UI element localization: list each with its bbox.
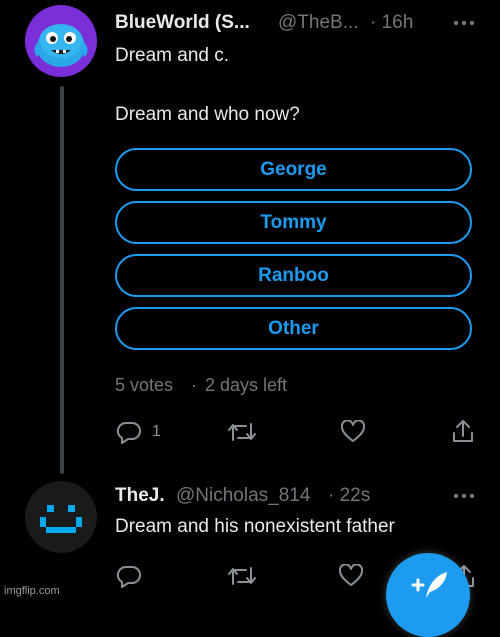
poll-option-tommy[interactable]: Tommy: [115, 201, 472, 244]
poll-option-label: Other: [268, 317, 319, 339]
poll-option-ranboo[interactable]: Ranboo: [115, 254, 472, 297]
reply-timestamp[interactable]: · 22s: [328, 485, 370, 507]
reply-count: 1: [152, 423, 161, 440]
compose-feather-icon: [411, 572, 447, 598]
poll-option-label: George: [260, 158, 327, 180]
imgflip-watermark: imgflip.com: [4, 585, 60, 597]
thread-connector-line: [60, 86, 64, 474]
heart-icon[interactable]: [340, 420, 366, 444]
compose-tweet-button[interactable]: [386, 553, 470, 637]
reply-author-handle[interactable]: @Nicholas_814: [176, 485, 310, 507]
reply-button[interactable]: 1: [116, 420, 161, 444]
tweet-text-line-2: Dream and who now?: [115, 104, 300, 125]
avatar-thej[interactable]: [25, 481, 97, 553]
author-display-name[interactable]: BlueWorld (S...: [115, 12, 250, 34]
poll-option-label: Ranboo: [258, 264, 329, 286]
reply-bubble-icon[interactable]: [116, 564, 142, 588]
reply-bubble-icon: [116, 421, 141, 444]
more-horizontal-icon[interactable]: [452, 17, 476, 29]
retweet-icon[interactable]: [228, 420, 256, 444]
blue-monster-avatar-icon: [34, 24, 88, 67]
poll-option-other[interactable]: Other: [115, 307, 472, 350]
tweet-timestamp[interactable]: · 16h: [370, 12, 413, 34]
avatar-blueworld[interactable]: [25, 5, 97, 77]
retweet-icon[interactable]: [228, 564, 256, 588]
reply-author-display-name[interactable]: TheJ.: [115, 485, 165, 507]
more-horizontal-icon[interactable]: [452, 490, 476, 502]
poll-vote-count: 5 votes: [115, 375, 174, 395]
pixel-face-avatar-icon: [40, 505, 82, 533]
poll-time-left: 2 days left: [205, 375, 288, 395]
reply-text: Dream and his nonexistent father: [115, 516, 395, 537]
heart-icon[interactable]: [338, 564, 364, 588]
poll-option-label: Tommy: [260, 211, 327, 233]
share-icon[interactable]: [451, 419, 475, 445]
poll-separator: ·: [191, 375, 197, 395]
author-handle[interactable]: @TheB...: [278, 12, 359, 34]
poll-option-george[interactable]: George: [115, 148, 472, 191]
tweet-text-line-1: Dream and c.: [115, 45, 230, 66]
